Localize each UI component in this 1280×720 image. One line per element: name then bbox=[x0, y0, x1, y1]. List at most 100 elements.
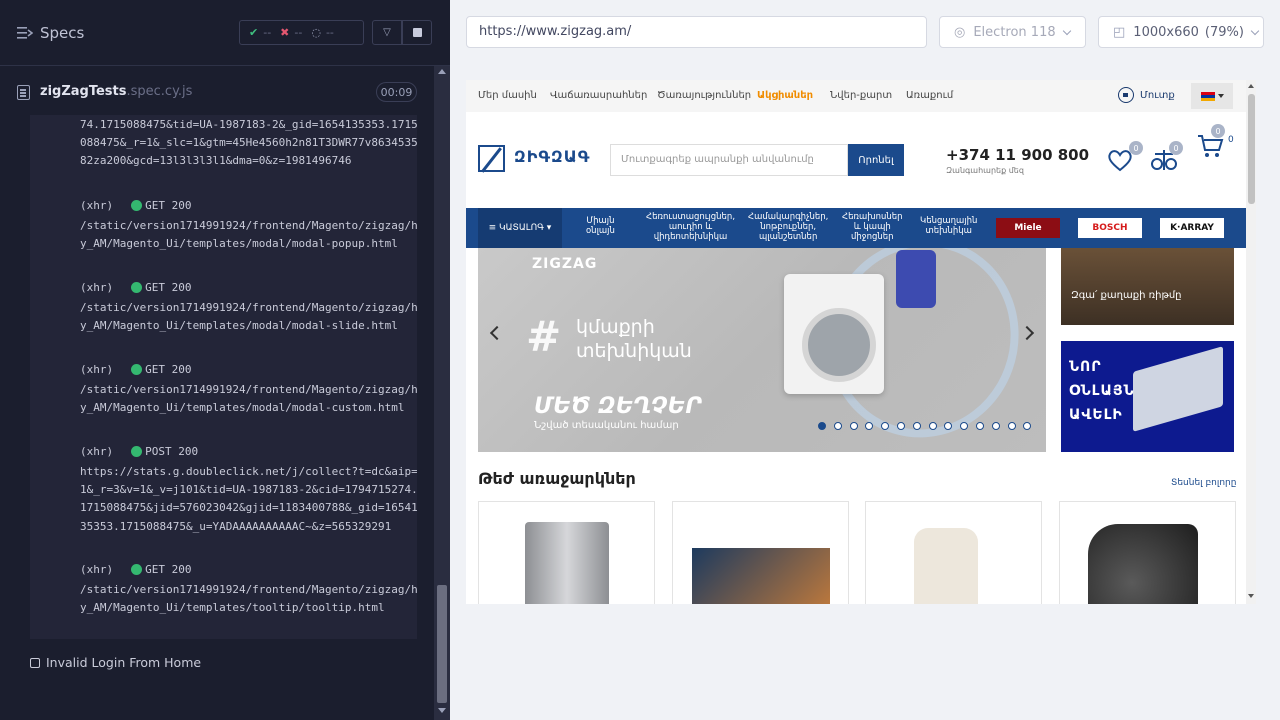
nav-line: աուդիո և bbox=[668, 222, 713, 232]
topnav-gift-card[interactable]: Նվեր-քարտ bbox=[830, 90, 892, 101]
brand-miele-logo[interactable]: Miele bbox=[996, 218, 1060, 238]
nav-line: Հեռախոսներ bbox=[842, 212, 903, 222]
wishlist-badge: 0 bbox=[1129, 141, 1143, 155]
test-item[interactable]: Invalid Login From Home bbox=[30, 655, 201, 670]
log-entry-head[interactable]: (xhr) GET 200 bbox=[80, 563, 191, 576]
site-search-input[interactable]: Մուտքագրեք ապրանքի անվանումը bbox=[610, 144, 848, 176]
topnav-about[interactable]: Մեր մասին bbox=[478, 90, 537, 101]
topnav-sales[interactable]: Ակցիաներ bbox=[757, 90, 813, 101]
slider-dot[interactable] bbox=[1023, 422, 1032, 430]
viewport-icon: ◰ bbox=[1113, 24, 1126, 40]
slider-dot[interactable] bbox=[818, 422, 826, 430]
logo-mark-icon[interactable] bbox=[478, 145, 505, 172]
slider-dot[interactable] bbox=[975, 422, 984, 430]
product-card[interactable] bbox=[865, 501, 1042, 604]
scroll-down-icon[interactable] bbox=[438, 708, 446, 713]
promo2-caption: ՆՈՐ ՕՆԼԱՅՆ ԱՎԵԼԻ bbox=[1069, 359, 1135, 423]
hero-banner[interactable]: ZIGZAG # կմաքրի տեխնիկան ՄԵԾ ԶԵՂՉԵՐ Նշվա… bbox=[478, 248, 1046, 452]
slider-dot[interactable] bbox=[896, 422, 905, 430]
topnav-services[interactable]: Ծառայություններ bbox=[657, 90, 751, 101]
slider-dot[interactable] bbox=[944, 422, 953, 430]
nav-line: օնլայն bbox=[586, 226, 615, 236]
specs-list-icon[interactable] bbox=[17, 26, 33, 40]
nav-computers[interactable]: Համակարգիչներ, նոթբուքներ, պլանշետներ bbox=[748, 212, 828, 242]
slider-dot[interactable] bbox=[928, 422, 937, 430]
scroll-up-icon[interactable] bbox=[1248, 84, 1254, 88]
slider-dot[interactable] bbox=[960, 422, 969, 430]
url-field[interactable]: https://www.zigzag.am/ bbox=[466, 16, 927, 48]
scroll-up-icon[interactable] bbox=[438, 69, 446, 74]
test-title: Invalid Login From Home bbox=[46, 655, 202, 670]
brand-karray-logo[interactable]: K·ARRAY bbox=[1160, 218, 1224, 238]
cross-icon: ✖ bbox=[280, 26, 290, 39]
promo-banner-city[interactable]: Զգա՛ քաղաքի ռիթմը bbox=[1061, 248, 1234, 325]
see-all-link[interactable]: Տեսնել բոլորը bbox=[1171, 478, 1236, 488]
slider-dots[interactable] bbox=[818, 422, 1039, 430]
product-card[interactable] bbox=[672, 501, 849, 604]
nav-line: Կենցաղային bbox=[920, 216, 978, 226]
slider-dot[interactable] bbox=[912, 422, 921, 430]
status-dot-icon bbox=[131, 200, 143, 211]
tv-image bbox=[692, 548, 830, 604]
language-selector[interactable] bbox=[1191, 83, 1233, 109]
scroll-down-icon[interactable] bbox=[1248, 594, 1254, 598]
spec-file-name[interactable]: zigZagTests.spec.cy.js bbox=[40, 84, 192, 99]
topnav-delivery[interactable]: Առաքում bbox=[906, 90, 953, 101]
slider-dot[interactable] bbox=[849, 422, 858, 430]
log-url: https://stats.g.doubleclick.net/j/collec… bbox=[80, 465, 417, 533]
product-card[interactable] bbox=[478, 501, 655, 604]
nav-appliances[interactable]: Կենցաղային տեխնիկա bbox=[920, 216, 977, 236]
nav-line: պլանշետներ bbox=[759, 232, 818, 242]
log-entry-head[interactable]: (xhr) GET 200 bbox=[80, 363, 191, 376]
slider-dot[interactable] bbox=[991, 422, 1000, 430]
nav-online-only[interactable]: Միայն օնլայն bbox=[586, 216, 615, 236]
laptop-image bbox=[1133, 346, 1223, 432]
promo-banner-laptops[interactable]: ՆՈՐ ՕՆԼԱՅՆ ԱՎԵԼԻ bbox=[1061, 341, 1234, 452]
nav-line: նոթբուքներ, bbox=[760, 222, 817, 232]
brand-bosch-logo[interactable]: BOSCH bbox=[1078, 218, 1142, 238]
log-url-fragment: 74.1715088475&tid=UA-1987183-2&_gid=1654… bbox=[80, 118, 417, 168]
speaker-image bbox=[896, 250, 936, 308]
specs-title[interactable]: Specs bbox=[40, 24, 84, 42]
log-entry-head[interactable]: (xhr) GET 200 bbox=[80, 199, 191, 212]
viewport-selector[interactable]: ◰ 1000x660 (79%) bbox=[1098, 16, 1264, 48]
log-entry-head[interactable]: (xhr) POST 200 bbox=[80, 445, 198, 458]
nav-line: տեխնիկա bbox=[925, 226, 972, 236]
nav-line: միջոցներ bbox=[851, 232, 894, 242]
site-logo[interactable]: ԶԻԳԶԱԳ bbox=[514, 147, 590, 166]
log-entry-head[interactable]: (xhr) GET 200 bbox=[80, 281, 191, 294]
cart-count: 0 bbox=[1228, 135, 1234, 145]
command-log[interactable]: 74.1715088475&tid=UA-1987183-2&_gid=1654… bbox=[30, 115, 417, 639]
slider-dot[interactable] bbox=[1007, 422, 1016, 430]
promo1-caption: Զգա՛ քաղաքի ռիթմը bbox=[1071, 290, 1182, 301]
slider-next-icon[interactable] bbox=[1019, 325, 1035, 341]
status-dot-icon bbox=[131, 282, 143, 293]
slider-prev-icon[interactable] bbox=[489, 325, 505, 341]
nav-tv-audio[interactable]: Հեռուստացույցներ, աուդիո և վիդեոտեխնիկա bbox=[646, 212, 735, 242]
stop-button[interactable] bbox=[402, 20, 432, 45]
log-method: GET 200 bbox=[145, 563, 192, 576]
passed-count: -- bbox=[263, 26, 272, 39]
topnav-stores[interactable]: Վաճառասրահներ bbox=[550, 90, 647, 101]
check-icon: ✔ bbox=[249, 26, 259, 39]
catalog-button[interactable]: ≡ ԿԱՏԱԼՈԳ ▾ bbox=[478, 208, 562, 248]
log-type: (xhr) bbox=[80, 563, 114, 576]
slider-dot[interactable] bbox=[881, 422, 890, 430]
aut-iframe: Մեր մասին Վաճառասրահներ Ծառայություններ … bbox=[466, 80, 1256, 604]
spec-duration: 00:09 bbox=[376, 82, 417, 102]
failed-stat: ✖ -- bbox=[280, 26, 302, 39]
file-icon bbox=[17, 85, 30, 100]
search-button[interactable]: Որոնել bbox=[848, 144, 904, 176]
phone-caption: Զանգահարեք մեզ bbox=[946, 166, 1024, 175]
nav-phones[interactable]: Հեռախոսներ և կապի միջոցներ bbox=[842, 212, 903, 242]
slider-dot[interactable] bbox=[865, 422, 874, 430]
chevron-down-icon bbox=[1062, 26, 1071, 35]
browser-selector[interactable]: ◎ Electron 118 bbox=[939, 16, 1086, 48]
aut-scroll-thumb[interactable] bbox=[1248, 94, 1255, 204]
slider-dot[interactable] bbox=[833, 422, 842, 430]
product-card[interactable] bbox=[1059, 501, 1236, 604]
scroll-thumb[interactable] bbox=[437, 585, 447, 703]
login-link[interactable]: Մուտք bbox=[1118, 87, 1175, 103]
run-options-button[interactable]: ▽ bbox=[372, 20, 402, 45]
phone-number[interactable]: +374 11 900 800 bbox=[946, 146, 1089, 164]
